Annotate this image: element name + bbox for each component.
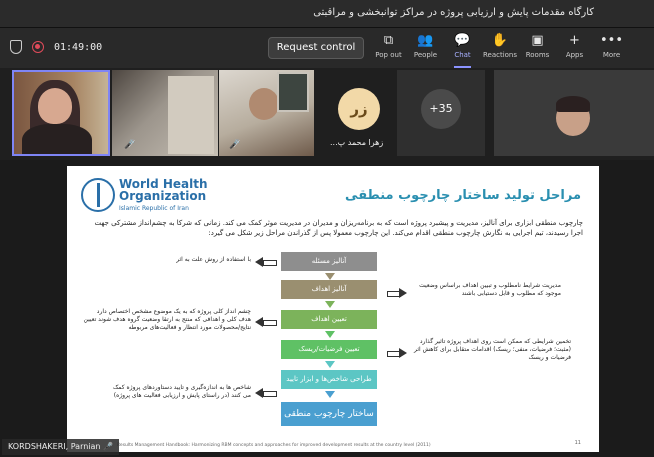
flow-step: آنالیز مسئله (281, 252, 377, 271)
right-note: تخمین شرایطی که ممکن است روی اهداف پروژه… (414, 338, 571, 361)
arrow-left-icon (255, 317, 277, 327)
participant-avatar-tile[interactable]: زر زهرا محمد پ... (316, 70, 396, 156)
more-icon: ••• (599, 33, 623, 48)
recording-icon (32, 41, 44, 53)
slide-page-number: 11 (574, 440, 581, 446)
who-logo-text: World Health Organization (119, 178, 208, 202)
slide-title: مراحل تولید ساختار چارچوب منطقی (345, 188, 581, 203)
chat-label: Chat (454, 51, 471, 59)
participant-video-tile[interactable]: 🎤̸ (219, 70, 314, 156)
avatar: زر (338, 88, 380, 130)
participant-strip: 🎤̸ 🎤̸ زر زهرا محمد پ... +35 (0, 68, 654, 160)
more-button[interactable]: ••• More (593, 32, 630, 66)
video-background-panel (277, 72, 309, 112)
who-logo-icon (81, 178, 115, 212)
chat-icon: 💬 (454, 33, 471, 48)
more-label: More (602, 51, 621, 59)
apps-label: Apps (565, 51, 584, 59)
toolbar-left: 01:49:00 (10, 40, 102, 54)
pop-out-icon: ⧉ (383, 33, 394, 48)
apps-button[interactable]: + Apps (556, 32, 593, 66)
rooms-label: Rooms (525, 51, 550, 59)
title-bar: کارگاه مقدمات پایش و ارزیابی پروژه در مر… (0, 0, 654, 28)
rooms-icon: ▣ (531, 33, 544, 48)
meeting-timer: 01:49:00 (54, 41, 103, 53)
slide-footer: Results Management Handbook: Harmonizing… (117, 443, 431, 448)
flow-arrow (325, 273, 335, 280)
left-note: با استفاده از روش علت به اثر (176, 256, 251, 263)
flow-step: طراحی شاخص‌ها و ابزار تایید (281, 370, 377, 389)
flow-arrow (325, 361, 335, 368)
shared-screen: World Health Organization Islamic Republ… (0, 160, 654, 457)
arrow-right-icon (385, 348, 407, 358)
presentation-slide: World Health Organization Islamic Republ… (67, 166, 599, 452)
participant-body (22, 124, 92, 154)
arrow-left-icon (255, 257, 277, 267)
presenter-name-tag: KORDSHAKERI, Parnian 🎤 (2, 439, 119, 455)
slide-intro: چارچوب منطقی ابزاری برای آنالیز، مدیریت … (94, 219, 583, 237)
flow-arrow (325, 301, 335, 308)
meeting-toolbar: 01:49:00 Request control ⧉ Pop out 👥 Peo… (0, 28, 654, 68)
video-background-panel (168, 76, 214, 154)
toolbar-tools: ⧉ Pop out 👥 People 💬 Chat ✋ Reactions ▣ … (370, 32, 630, 68)
left-note: شاخص ها به اندازه‌گیری و تایید دستاوردها… (112, 384, 251, 399)
arrow-left-icon (255, 388, 277, 398)
mic-off-icon: 🎤̸ (124, 140, 136, 150)
participant-video-tile[interactable]: 🎤̸ (112, 70, 218, 156)
reactions-label: Reactions (482, 51, 518, 59)
left-note: چشم انداز کلی پروژه که به یک موضوع مشخص … (83, 308, 251, 331)
more-participants-tile[interactable]: +35 (397, 70, 485, 156)
meeting-title: کارگاه مقدمات پایش و ارزیابی پروژه در مر… (313, 7, 594, 18)
overflow-count: +35 (421, 89, 461, 129)
people-icon: 👥 (417, 33, 434, 48)
reactions-button[interactable]: ✋ Reactions (481, 32, 519, 66)
shield-icon[interactable] (10, 40, 22, 54)
pop-out-button[interactable]: ⧉ Pop out (370, 32, 407, 66)
avatar-hair (556, 96, 590, 112)
participant-avatar-tile[interactable] (494, 70, 654, 156)
flow-arrow (325, 331, 335, 338)
participant-video-tile[interactable] (12, 70, 110, 156)
chat-button[interactable]: 💬 Chat (444, 32, 481, 68)
people-label: People (413, 51, 438, 59)
flow-step: تعیین فرضیات/ریسک (281, 340, 377, 359)
participant-face (249, 88, 279, 120)
participant-name: زهرا محمد پ... (330, 138, 384, 147)
flow-step: ساختار چارچوب منطقی (281, 402, 377, 426)
mic-off-icon: 🎤̸ (229, 140, 241, 150)
logo-line-2: Organization (119, 189, 207, 203)
rooms-button[interactable]: ▣ Rooms (519, 32, 556, 66)
presenter-name: KORDSHAKERI, Parnian (8, 442, 101, 451)
flow-arrow (325, 391, 335, 398)
participant-face (38, 88, 72, 124)
apps-icon: + (569, 33, 580, 48)
logo-subtitle: Islamic Republic of Iran (119, 205, 189, 212)
arrow-right-icon (385, 288, 407, 298)
request-control-button[interactable]: Request control (268, 37, 364, 59)
right-note: مدیریت شرایط نامطلوب و تبیین اهداف براسا… (419, 282, 561, 297)
reactions-icon: ✋ (491, 33, 509, 48)
flow-step: تعیین اهداف (281, 310, 377, 329)
pop-out-label: Pop out (375, 51, 402, 59)
people-button[interactable]: 👥 People (407, 32, 444, 66)
flow-step: آنالیز اهداف (281, 280, 377, 299)
mic-icon: 🎤 (103, 442, 113, 451)
